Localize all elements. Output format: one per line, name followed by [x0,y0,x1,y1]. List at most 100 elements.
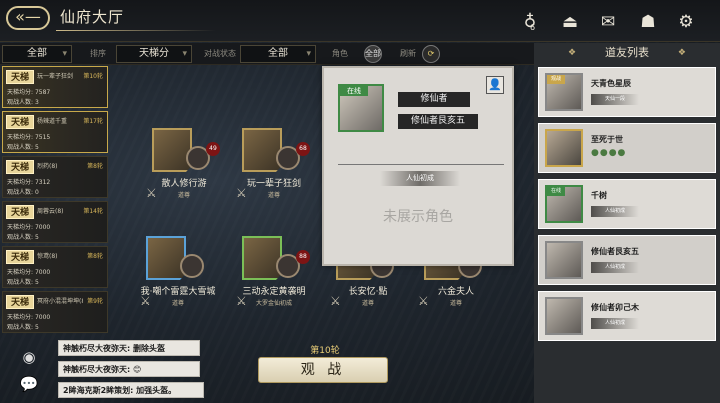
lobby-score: 天梯均分: 7515 [7,134,51,141]
lobby-name: 周蓉云(8) [37,208,64,215]
sword-icon: ⚔ [330,294,341,308]
add-friend-icon[interactable]: 👤 [486,76,504,94]
friend-item[interactable]: 修仙者卯己木 人仙初成 [538,291,716,341]
page-title: 仙府大厅 [60,8,125,26]
lobby-name: 杨辣道千重 [37,118,68,125]
friend-status-icons: ●●●● [591,148,627,158]
tier-badge: 天梯 [6,295,34,309]
popup-empty-text: 未展示角色 [383,209,453,225]
lobby-list-item[interactable]: 天梯 惊鸢(8) 第8轮 天梯均分: 7000 观战人数: 5 [2,246,108,288]
lobby-viewers: 观战人数: 5 [7,234,39,241]
lobby-round: 第17轮 [83,118,103,125]
popup-rank-badge: 人仙初成 [380,171,460,186]
watch-button[interactable]: 观 战 [258,357,388,383]
friend-status-tag: 观战 [547,75,565,84]
tier-badge: 天梯 [6,250,34,264]
friend-item[interactable]: 观战 天青色星辰天仙一段 [538,67,716,117]
realm-select[interactable]: 全部 [2,45,72,63]
round-label: 第10轮 [310,346,340,356]
friend-rank-badge: 人仙初成 [591,206,639,217]
filter-bar: 全部 排序 天梯分 对战状态 全部 角色 全部 刷新 ⟳ [0,43,534,65]
sort-label: 排序 [90,49,106,58]
popup-avatar[interactable]: 在线 [338,84,384,132]
player-portrait[interactable] [152,128,192,172]
lobby-list-item[interactable]: 天梯 周蓉云(8) 第14轮天梯均分: 7000 观战人数: 5 [2,201,108,243]
friend-item[interactable]: 在线 千树人仙初成 [538,179,716,229]
chat-channel-icon[interactable]: ◉ [18,346,40,368]
lobby-list-item[interactable]: 天梯 杨辣道千重 第17轮天梯均分: 7515 观战人数: 5 [2,111,108,153]
sword-icon: ⚔ [140,294,151,308]
player-level-badge: 68 [296,142,310,156]
lobby-list-item[interactable]: 天梯 玩一辈子狂剑 第10轮 天梯均分: 7587 观战人数: 3 [2,66,108,108]
lobby-round: 第9轮 [87,298,103,305]
friend-item[interactable]: 修仙者艮亥五 人仙初成 [538,235,716,285]
friend-name: 天青色星辰 [591,79,631,88]
back-button[interactable]: «— [6,6,50,30]
lobby-list-item[interactable]: 天梯 烈药(8) 第8轮 天梯均分: 7312 观战人数: 0 [2,156,108,198]
online-tag: 在线 [340,86,368,96]
gourd-count: 6 [530,23,536,32]
lobby-round: 第8轮 [87,163,103,170]
lobby-score: 天梯均分: 7312 [7,179,51,186]
chat-line-2: 神触朽尽大夜弥天: 😊 [58,361,200,377]
gear-icon[interactable]: ⚙ [676,12,696,32]
lobby-list-item[interactable]: 天梯 冥府小混混坤坤(8) 第9轮 天梯均分: 7000 观战人数: 5 [2,291,108,333]
state-select[interactable]: 全部 [240,45,316,63]
player-portrait[interactable] [242,128,282,172]
lobby-name: 烈药(8) [37,163,58,170]
friend-name: 修仙者艮亥五 [591,247,639,256]
lobby-score: 天梯均分: 7000 [7,224,51,231]
friend-name: 千树 [591,191,607,200]
player-popup: 在线 修仙者 修仙者艮亥五 👤 人仙初成 未展示角色 [322,66,514,266]
lobby-viewers: 观战人数: 5 [7,144,39,151]
friend-name: 修仙者卯己木 [591,303,639,312]
hat-icon[interactable]: ☗ [638,12,658,32]
lobby-score: 天梯均分: 7000 [7,314,51,321]
lobby-viewers: 观战人数: 3 [7,99,39,106]
popup-name: 修仙者艮亥五 [398,114,478,129]
player-level-badge: 49 [206,142,220,156]
lobby-viewers: 观战人数: 0 [7,189,39,196]
tier-badge: 天梯 [6,205,34,219]
role-all-button[interactable]: 全部 [364,45,382,63]
friend-item[interactable]: 至死于世 ●●●● [538,123,716,173]
title-underline [56,30,216,31]
player-portrait[interactable] [242,236,282,280]
lobby-name: 惊鸢(8) [37,253,58,260]
sort-select[interactable]: 天梯分 [116,45,192,63]
friend-rank-badge: 人仙初成 [591,262,639,273]
player-level-badge: 88 [296,250,310,264]
lobby-score: 天梯均分: 7587 [7,89,51,96]
popup-divider [338,164,504,165]
refresh-icon[interactable]: ⟳ [422,45,440,63]
sword-icon: ⚔ [236,294,247,308]
chat-line-1: 神触朽尽大夜弥天: 删除头盔 [58,340,200,356]
tier-badge: 天梯 [6,70,34,84]
state-label: 对战状态 [204,49,236,58]
role-label: 角色 [332,49,348,58]
friends-title: 道友列表 [534,43,720,63]
friend-rank-badge: 人仙初成 [591,318,639,329]
friend-avatar: 在线 [545,185,583,223]
mail-icon[interactable]: ✉ [598,12,618,32]
lobby-list: 天梯 玩一辈子狂剑 第10轮 天梯均分: 7587 观战人数: 3 天梯 杨辣道千重 第17轮… [0,66,110,334]
lobby-round: 第10轮 [83,73,103,80]
gourd-icon[interactable]: ♁ 6 [520,12,540,32]
top-bar: «— 仙府大厅 ♁ 6 ⏏ ✉ ☗ ⚙ [0,0,720,42]
popup-role: 修仙者 [398,92,470,107]
friend-avatar: 观战 [545,73,583,111]
friend-rank-badge: 天仙一段 [591,94,639,105]
lobby-score: 天梯均分: 7000 [7,269,51,276]
chat-line-3: 2眸海克斯2眸策划: 加强头盔。 [58,382,204,398]
chat-bubble-icon[interactable]: 💬 [18,373,40,395]
inbox-icon[interactable]: ⏏ [560,12,580,32]
player-portrait[interactable] [146,236,186,280]
tier-badge: 天梯 [6,115,34,129]
sword-icon: ⚔ [418,294,429,308]
lobby-name: 冥府小混混坤坤(8) [37,298,83,305]
sword-icon: ⚔ [146,186,157,200]
friend-avatar [545,297,583,335]
refresh-label: 刷新 [400,49,416,58]
friend-name: 至死于世 [591,135,623,144]
lobby-round: 第14轮 [83,208,103,215]
